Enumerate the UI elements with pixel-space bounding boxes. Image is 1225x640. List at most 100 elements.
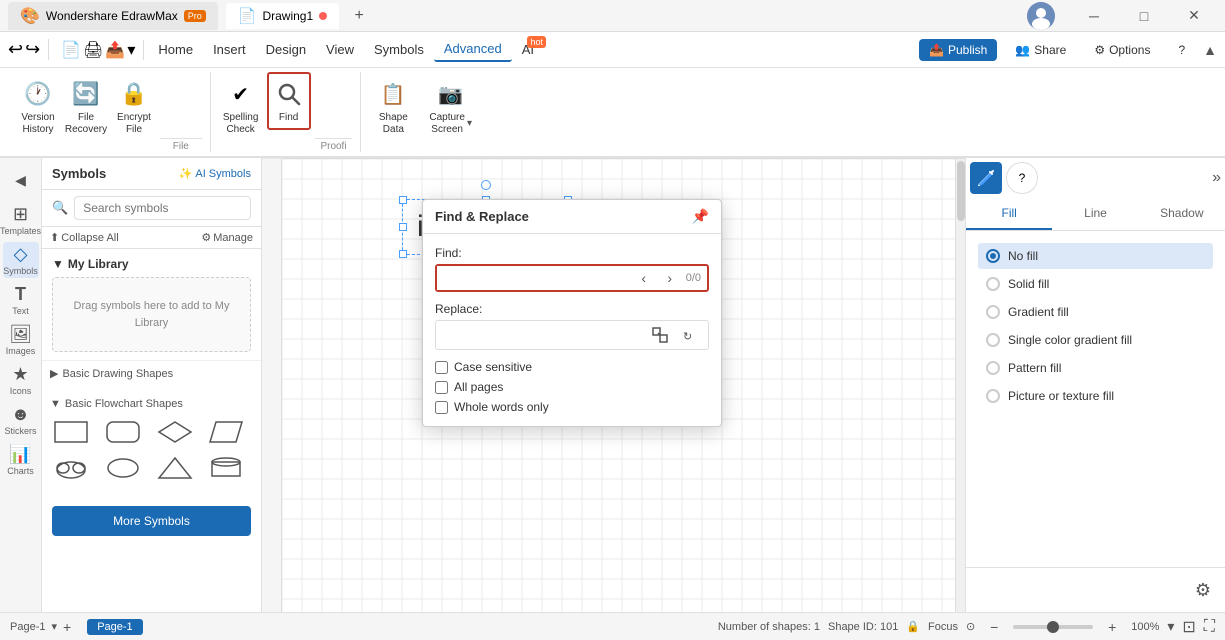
menu-home[interactable]: Home [148, 38, 203, 61]
maximize-button[interactable]: □ [1121, 0, 1167, 32]
sidebar-item-icons[interactable]: ★ Icons [3, 362, 39, 398]
rotate-handle[interactable] [481, 180, 491, 190]
menu-insert[interactable]: Insert [203, 38, 256, 61]
case-sensitive-input[interactable] [435, 361, 448, 374]
gradient-fill-radio[interactable] [986, 305, 1000, 319]
pattern-fill-radio[interactable] [986, 361, 1000, 375]
zoom-out-button[interactable]: − [983, 616, 1005, 638]
shape-parallelogram[interactable] [205, 416, 247, 448]
ribbon-version-history[interactable]: 🕐 VersionHistory [16, 72, 60, 142]
sidebar-item-symbols[interactable]: ◇ Symbols [3, 242, 39, 278]
collapse-all-button[interactable]: ⬆ Collapse All [50, 231, 119, 244]
shape-rounded-rect[interactable] [102, 416, 144, 448]
whole-words-checkbox[interactable]: Whole words only [435, 400, 709, 414]
fullscreen-button[interactable]: ⛶ [1204, 618, 1215, 636]
handle-tl[interactable] [399, 196, 407, 204]
find-prev-button[interactable]: ‹ [632, 266, 656, 290]
drawing-tab[interactable]: 📄 Drawing1 [226, 3, 339, 29]
shape-cylinder[interactable] [205, 452, 247, 484]
fit-page-button[interactable]: ⊡ [1182, 617, 1195, 637]
solid-fill-option[interactable]: Solid fill [978, 271, 1213, 297]
shape-rectangle[interactable] [50, 416, 92, 448]
single-color-gradient-radio[interactable] [986, 333, 1000, 347]
manage-button[interactable]: ⚙ Manage [201, 231, 253, 244]
panel-settings-button[interactable]: ⚙ [1189, 576, 1217, 604]
case-sensitive-checkbox[interactable]: Case sensitive [435, 360, 709, 374]
page-setup-button[interactable]: 📄 [61, 40, 81, 60]
scrollbar-vertical[interactable] [955, 159, 965, 612]
replace-all-button[interactable]: ↻ [676, 321, 704, 349]
shape-oval[interactable] [102, 452, 144, 484]
new-tab-button[interactable]: + [347, 4, 371, 28]
app-icon-tab[interactable]: 🎨 Wondershare EdrawMax Pro [8, 2, 218, 30]
options-button[interactable]: ⚙ Options [1084, 39, 1160, 61]
canvas-wrapper[interactable]: 110 120 130 140 150 iagram tool [262, 159, 965, 612]
find-next-button[interactable]: › [658, 266, 682, 290]
close-button[interactable]: ✕ [1171, 0, 1217, 32]
all-pages-input[interactable] [435, 381, 448, 394]
print-button[interactable]: 🖨 [83, 40, 103, 60]
menu-advanced[interactable]: Advanced [434, 37, 512, 62]
basic-drawing-toggle[interactable]: ▶ Basic Drawing Shapes [50, 367, 253, 380]
page-dropdown-button[interactable]: ▾ [51, 620, 57, 633]
sidebar-item-images[interactable]: 🖼 Images [3, 322, 39, 358]
right-panel-help-button[interactable]: ? [1006, 162, 1038, 194]
ribbon-capture-screen[interactable]: 📷 CaptureScreen ▾ [421, 72, 480, 142]
ribbon-spelling-check[interactable]: ✔ SpellingCheck [219, 72, 263, 142]
sidebar-item-templates[interactable]: ⊞ Templates [3, 202, 39, 238]
tab-line[interactable]: Line [1052, 198, 1138, 230]
canvas-area[interactable]: 550 600 650 700 750 800 850 900 110 120 … [262, 158, 965, 612]
sidebar-collapse-button[interactable]: ◀ [3, 162, 39, 198]
no-fill-option[interactable]: No fill [978, 243, 1213, 269]
pattern-fill-option[interactable]: Pattern fill [978, 355, 1213, 381]
library-empty-area[interactable]: Drag symbols here to add to My Library [52, 277, 251, 352]
single-color-gradient-option[interactable]: Single color gradient fill [978, 327, 1213, 353]
dialog-pin-button[interactable]: 📌 [692, 208, 709, 225]
undo-button[interactable]: ↩ [8, 39, 23, 60]
current-page-tab[interactable]: Page-1 [87, 619, 142, 635]
find-input[interactable] [437, 266, 632, 290]
zoom-in-button[interactable]: + [1101, 616, 1123, 638]
sidebar-item-text[interactable]: T Text [3, 282, 39, 318]
more-symbols-button[interactable]: More Symbols [52, 506, 251, 536]
picture-texture-fill-radio[interactable] [986, 389, 1000, 403]
menu-view[interactable]: View [316, 38, 364, 61]
library-expand-icon[interactable]: ▼ [52, 257, 64, 271]
whole-words-input[interactable] [435, 401, 448, 414]
right-panel-expand-button[interactable]: » [1212, 169, 1221, 187]
ribbon-collapse-button[interactable]: ▲ [1203, 42, 1217, 58]
fill-panel-icon[interactable] [970, 162, 1002, 194]
sidebar-item-charts[interactable]: 📊 Charts [3, 442, 39, 478]
share-button[interactable]: 👥 Share [1005, 39, 1076, 61]
tab-fill[interactable]: Fill [966, 198, 1052, 230]
menu-ai[interactable]: AI hot [512, 38, 544, 61]
gradient-fill-option[interactable]: Gradient fill [978, 299, 1213, 325]
help-button[interactable]: ? [1168, 39, 1195, 61]
picture-texture-fill-option[interactable]: Picture or texture fill [978, 383, 1213, 409]
tab-shadow[interactable]: Shadow [1139, 198, 1225, 230]
publish-button[interactable]: 📤 Publish [919, 39, 997, 61]
handle-ml[interactable] [399, 223, 407, 231]
solid-fill-radio[interactable] [986, 277, 1000, 291]
all-pages-checkbox[interactable]: All pages [435, 380, 709, 394]
replace-resize-button[interactable] [646, 321, 674, 349]
no-fill-radio[interactable] [986, 249, 1000, 263]
ai-symbols-button[interactable]: ✨ AI Symbols [179, 167, 251, 180]
ribbon-find[interactable]: Find [267, 72, 311, 130]
scrollbar-thumb[interactable] [957, 161, 965, 221]
menu-design[interactable]: Design [256, 38, 316, 61]
ribbon-file-recovery[interactable]: 🔄 FileRecovery [64, 72, 108, 142]
zoom-thumb[interactable] [1047, 621, 1059, 633]
avatar[interactable] [1027, 2, 1055, 30]
zoom-dropdown-button[interactable]: ▾ [1167, 618, 1174, 635]
replace-input[interactable] [436, 323, 646, 347]
shape-cloud[interactable] [50, 452, 92, 484]
shape-diamond[interactable] [154, 416, 196, 448]
shape-triangle[interactable] [154, 452, 196, 484]
add-page-button[interactable]: + [63, 619, 71, 635]
basic-flowchart-toggle[interactable]: ▼ Basic Flowchart Shapes [50, 398, 253, 410]
menu-symbols[interactable]: Symbols [364, 38, 434, 61]
export-button[interactable]: 📤 [105, 40, 125, 60]
ribbon-shape-data[interactable]: 📋 ShapeData [369, 72, 417, 142]
sidebar-item-stickers[interactable]: ☻ Stickers [3, 402, 39, 438]
